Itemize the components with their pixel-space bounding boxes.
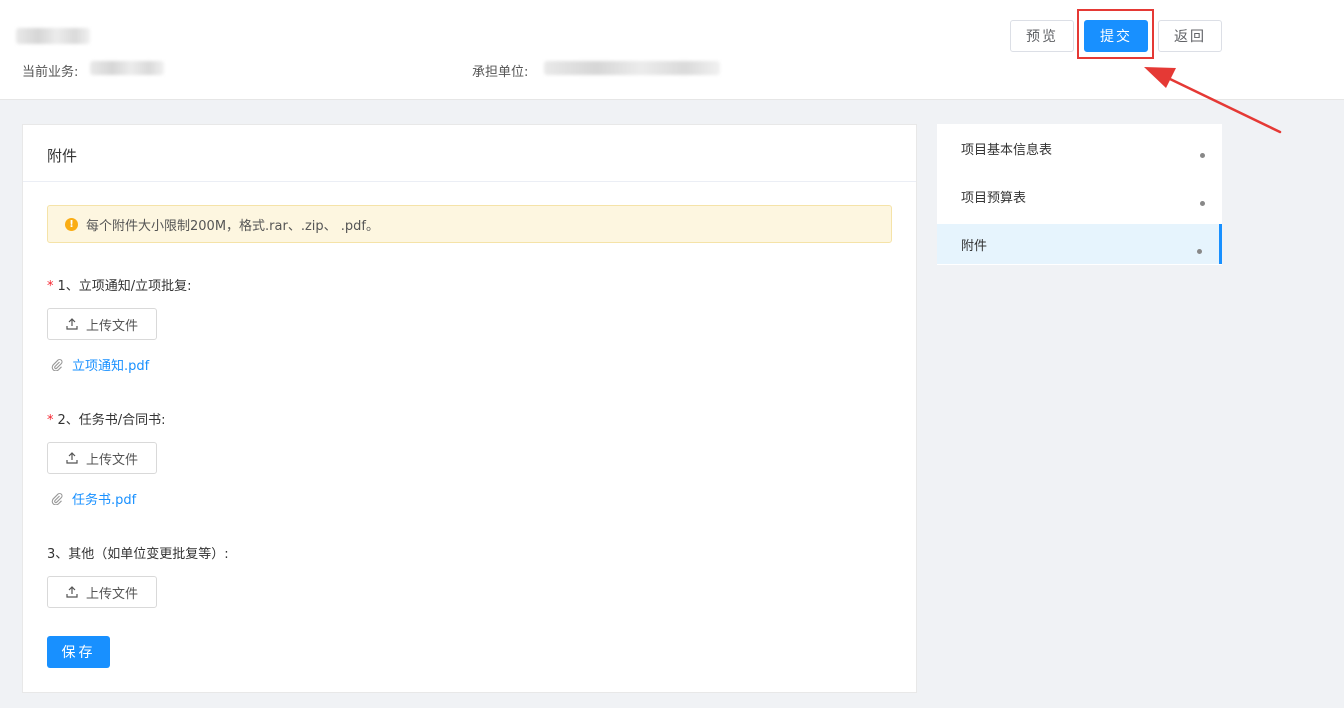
upload-button-label: 上传文件 — [85, 586, 138, 602]
redacted-page-title — [16, 28, 90, 44]
redacted-undertaking-unit — [544, 61, 720, 75]
upload-button-task-book[interactable]: 上传文件 — [47, 442, 157, 474]
save-button[interactable]: 保存 — [47, 636, 110, 668]
upload-icon — [66, 452, 78, 464]
card-title: 附件 — [47, 147, 78, 165]
sidenav-item-label: 项目预算表 — [961, 191, 1027, 206]
paperclip-icon — [51, 493, 63, 505]
field-label-other: 3、其他（如单位变更批复等）: — [47, 547, 229, 562]
dot-icon — [1197, 249, 1202, 254]
field-label-task-book: * 2、任务书/合同书: — [47, 409, 166, 428]
upload-button-label: 上传文件 — [85, 452, 138, 468]
current-business-label: 当前业务: — [22, 65, 79, 80]
field-label-project-notice: * 1、立项通知/立项批复: — [47, 275, 192, 294]
section-sidenav: 项目基本信息表 项目预算表 附件 — [937, 124, 1222, 265]
file-link-task-book[interactable]: 任务书.pdf — [51, 489, 136, 508]
attachments-card: 附件 ! 每个附件大小限制200M，格式.rar、.zip、 .pdf。 * 1、… — [22, 124, 917, 693]
required-mark: * — [47, 279, 54, 294]
sidenav-item-basic-info[interactable]: 项目基本信息表 — [937, 128, 1222, 168]
upload-icon — [66, 586, 78, 598]
file-link-project-notice[interactable]: 立项通知.pdf — [51, 355, 149, 374]
sidenav-item-label: 附件 — [961, 239, 988, 254]
sidenav-item-attachments[interactable]: 附件 — [937, 224, 1222, 264]
sidenav-item-label: 项目基本信息表 — [961, 143, 1053, 158]
alert-text: 每个附件大小限制200M，格式.rar、.zip、 .pdf。 — [86, 218, 379, 234]
field-label-text: 2、任务书/合同书: — [57, 413, 166, 428]
card-divider — [23, 181, 916, 182]
warning-icon: ! — [65, 217, 78, 231]
upload-button-other[interactable]: 上传文件 — [47, 576, 157, 608]
submit-highlight-box — [1077, 9, 1154, 59]
paperclip-icon — [51, 359, 63, 371]
field-label-text: 1、立项通知/立项批复: — [57, 279, 192, 294]
required-mark: * — [47, 413, 54, 428]
sidenav-item-budget[interactable]: 项目预算表 — [937, 176, 1222, 216]
upload-button-label: 上传文件 — [85, 318, 138, 334]
upload-icon — [66, 318, 78, 330]
dot-icon — [1200, 153, 1205, 158]
size-limit-alert: ! 每个附件大小限制200M，格式.rar、.zip、 .pdf。 — [47, 205, 892, 243]
undertaking-unit-label: 承担单位: — [472, 65, 529, 80]
redacted-current-business — [90, 61, 164, 75]
preview-button[interactable]: 预览 — [1010, 20, 1074, 52]
file-name: 任务书.pdf — [72, 493, 137, 508]
dot-icon — [1200, 201, 1205, 206]
file-name: 立项通知.pdf — [72, 359, 150, 374]
back-button[interactable]: 返回 — [1158, 20, 1222, 52]
upload-button-project-notice[interactable]: 上传文件 — [47, 308, 157, 340]
